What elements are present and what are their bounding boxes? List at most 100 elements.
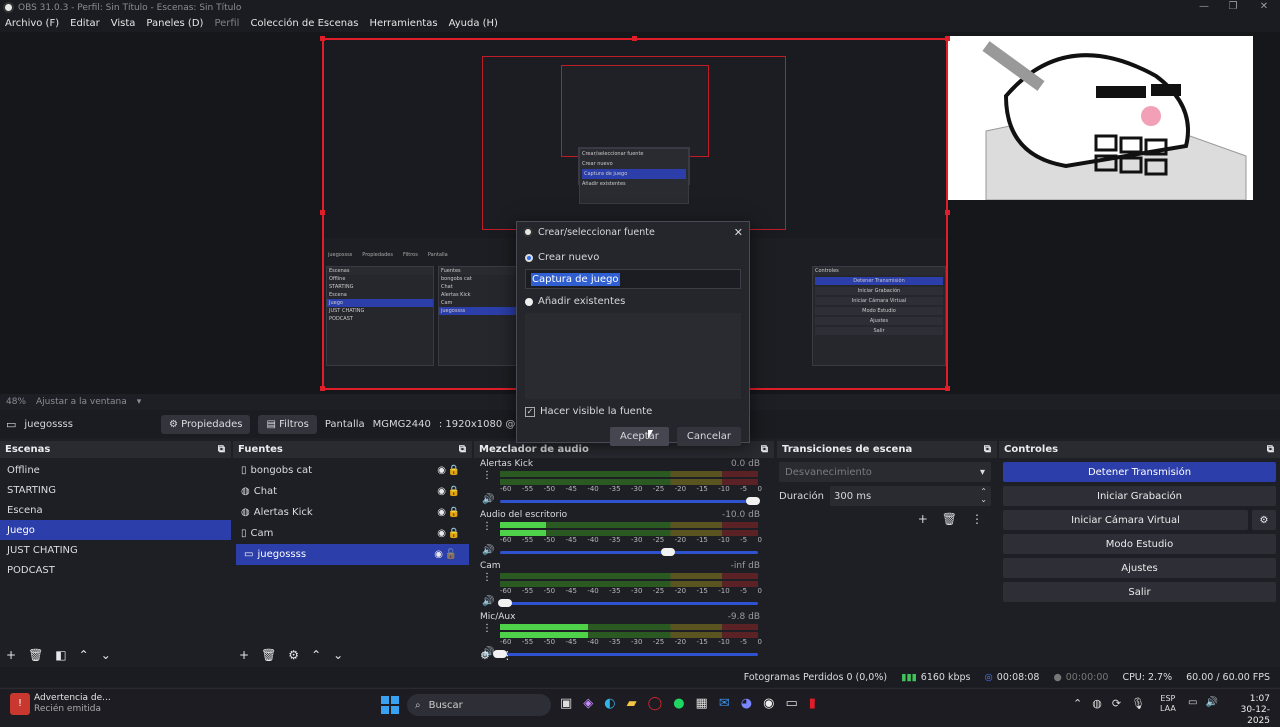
visible-checkbox[interactable]: ✓ Hacer visible la fuente [525,406,749,417]
close-window-button[interactable]: ✕ [1250,0,1278,15]
channel-menu-icon[interactable]: ⋮ [482,521,492,532]
gear-icon[interactable]: ⚙ [480,649,490,662]
restore-button[interactable]: ❐ [1219,0,1247,15]
netflix-icon[interactable]: ▮ [809,696,816,711]
more-icon[interactable]: ⋮ [971,512,983,526]
scene-item-starting[interactable]: STARTING [0,480,231,500]
source-item-selected[interactable]: ▭ juegossss ◉ 🔓 [236,544,469,565]
exit-button[interactable]: Salir [1003,582,1276,602]
menu-herramientas[interactable]: Herramientas [369,18,437,29]
lock-icon[interactable]: 🔒 [448,528,460,539]
source-name-input[interactable]: Captura de juego [525,269,741,289]
discord-icon[interactable]: ◕ [741,696,752,711]
undock-icon[interactable]: ⧉ [218,444,225,455]
menu-perfil[interactable]: Perfil [214,18,239,29]
menu-vista[interactable]: Vista [111,18,136,29]
add-icon[interactable]: + [918,512,928,526]
mail-icon[interactable]: ✉ [719,696,730,711]
store-icon[interactable]: ▦ [696,696,708,711]
tray-app-icon[interactable]: ◍ [1092,697,1102,710]
source-item[interactable]: ◍ Alertas Kick ◉ 🔒 [233,502,472,523]
folder-icon[interactable]: ▰ [627,696,637,711]
warning-app-icon[interactable]: ! [10,693,30,715]
scene-item-just-chating[interactable]: JUST CHATING [0,540,231,560]
lock-icon[interactable]: 🔒 [448,465,460,476]
notification[interactable]: Advertencia de... Recién emitida [34,693,111,715]
lock-icon[interactable]: 🔒 [448,507,460,518]
mic-icon[interactable]: 🎙 [1131,697,1145,710]
lock-icon[interactable]: 🔒 [448,486,460,497]
speaker-icon[interactable]: 🔊 [482,545,494,556]
zoom-fit-label[interactable]: Ajustar a la ventana [36,397,127,407]
volume-slider[interactable] [498,599,758,607]
eye-icon[interactable]: ◉ [437,465,446,476]
channel-menu-icon[interactable]: ⋮ [482,623,492,634]
resize-handle[interactable] [945,210,950,215]
spotify-icon[interactable]: ● [673,696,684,711]
chevron-down-icon[interactable]: ▾ [137,397,142,407]
undock-icon[interactable]: ⧉ [984,444,991,455]
eye-icon[interactable]: ◉ [437,507,446,518]
copilot-icon[interactable]: ◈ [583,696,593,711]
chevron-up-icon[interactable]: ⌃ [79,648,89,662]
spin-arrows-icon[interactable]: ⌃ ⌄ [980,488,987,504]
slider-knob[interactable] [660,548,675,556]
chevron-up-icon[interactable]: ⌃ [1073,697,1082,710]
minimize-button[interactable]: — [1190,0,1218,15]
trash-icon[interactable]: 🗑 [28,648,43,662]
chevron-down-icon[interactable]: ⌄ [333,648,343,662]
close-icon[interactable]: ✕ [734,226,743,239]
properties-button[interactable]: ⚙ Propiedades [160,414,251,434]
filters-button[interactable]: ▤ Filtros [258,414,317,434]
settings-button[interactable]: Ajustes [1003,558,1276,578]
radio-add-existing[interactable]: Añadir existentes [525,296,749,307]
menu-editar[interactable]: Editar [70,18,100,29]
resize-handle[interactable] [320,386,325,391]
channel-menu-icon[interactable]: ⋮ [482,572,492,583]
network-icon[interactable]: ▭ [1188,697,1197,708]
trash-icon[interactable]: 🗑 [261,648,276,662]
terminal-icon[interactable]: ▭ [785,696,797,711]
resize-handle[interactable] [945,36,950,41]
tray-sync-icon[interactable]: ⟳ [1112,697,1121,710]
undock-icon[interactable]: ⧉ [1267,444,1274,455]
add-icon[interactable]: + [6,648,16,662]
scene-item-offline[interactable]: Offline [0,460,231,480]
scene-item-podcast[interactable]: PODCAST [0,560,231,580]
menu-coleccion-escenas[interactable]: Colección de Escenas [250,18,358,29]
slider-knob[interactable] [498,599,513,607]
filter-icon[interactable]: ◧ [55,648,66,662]
transition-select[interactable]: Desvanecimiento ▾ [779,462,991,482]
unlock-icon[interactable]: 🔓 [445,549,457,560]
trash-icon[interactable]: 🗑 [942,512,957,526]
clock[interactable]: 1:07 30-12-2025 [1222,694,1270,727]
menu-archivo[interactable]: Archivo (F) [5,18,59,29]
radio-create-new[interactable]: Crear nuevo [525,252,749,263]
eye-icon[interactable]: ◉ [437,486,446,497]
speaker-icon[interactable]: 🔊 [482,596,494,607]
gear-icon[interactable]: ⚙ [1252,510,1276,530]
gear-icon[interactable]: ⚙ [288,648,299,662]
volume-icon[interactable]: 🔊 [1205,697,1217,708]
edge-icon[interactable]: ◐ [604,696,615,711]
speaker-icon[interactable]: 🔊 [482,494,494,505]
chevron-down-icon[interactable]: ⌄ [101,648,111,662]
eye-icon[interactable]: ◉ [434,549,443,560]
channel-menu-icon[interactable]: ⋮ [482,470,492,481]
windows-start-icon[interactable] [381,696,399,714]
duration-input[interactable]: 300 ms ⌃ ⌄ [830,486,991,506]
add-icon[interactable]: + [239,648,249,662]
eye-icon[interactable]: ◉ [437,528,446,539]
scene-item-escena[interactable]: Escena [0,500,231,520]
more-icon[interactable]: ⋮ [502,649,513,662]
task-view-icon[interactable]: ▣ [560,696,572,711]
resize-handle[interactable] [945,386,950,391]
volume-slider[interactable] [500,548,758,556]
source-item[interactable]: ▯ bongobs cat ◉ 🔒 [233,460,472,481]
studio-mode-button[interactable]: Modo Estudio [1003,534,1276,554]
display-select[interactable]: MGMG2440 [373,419,431,430]
stop-stream-button[interactable]: Detener Transmisión [1003,462,1276,482]
source-item[interactable]: ▯ Cam ◉ 🔒 [233,523,472,544]
resize-handle[interactable] [320,36,325,41]
resize-handle[interactable] [320,210,325,215]
